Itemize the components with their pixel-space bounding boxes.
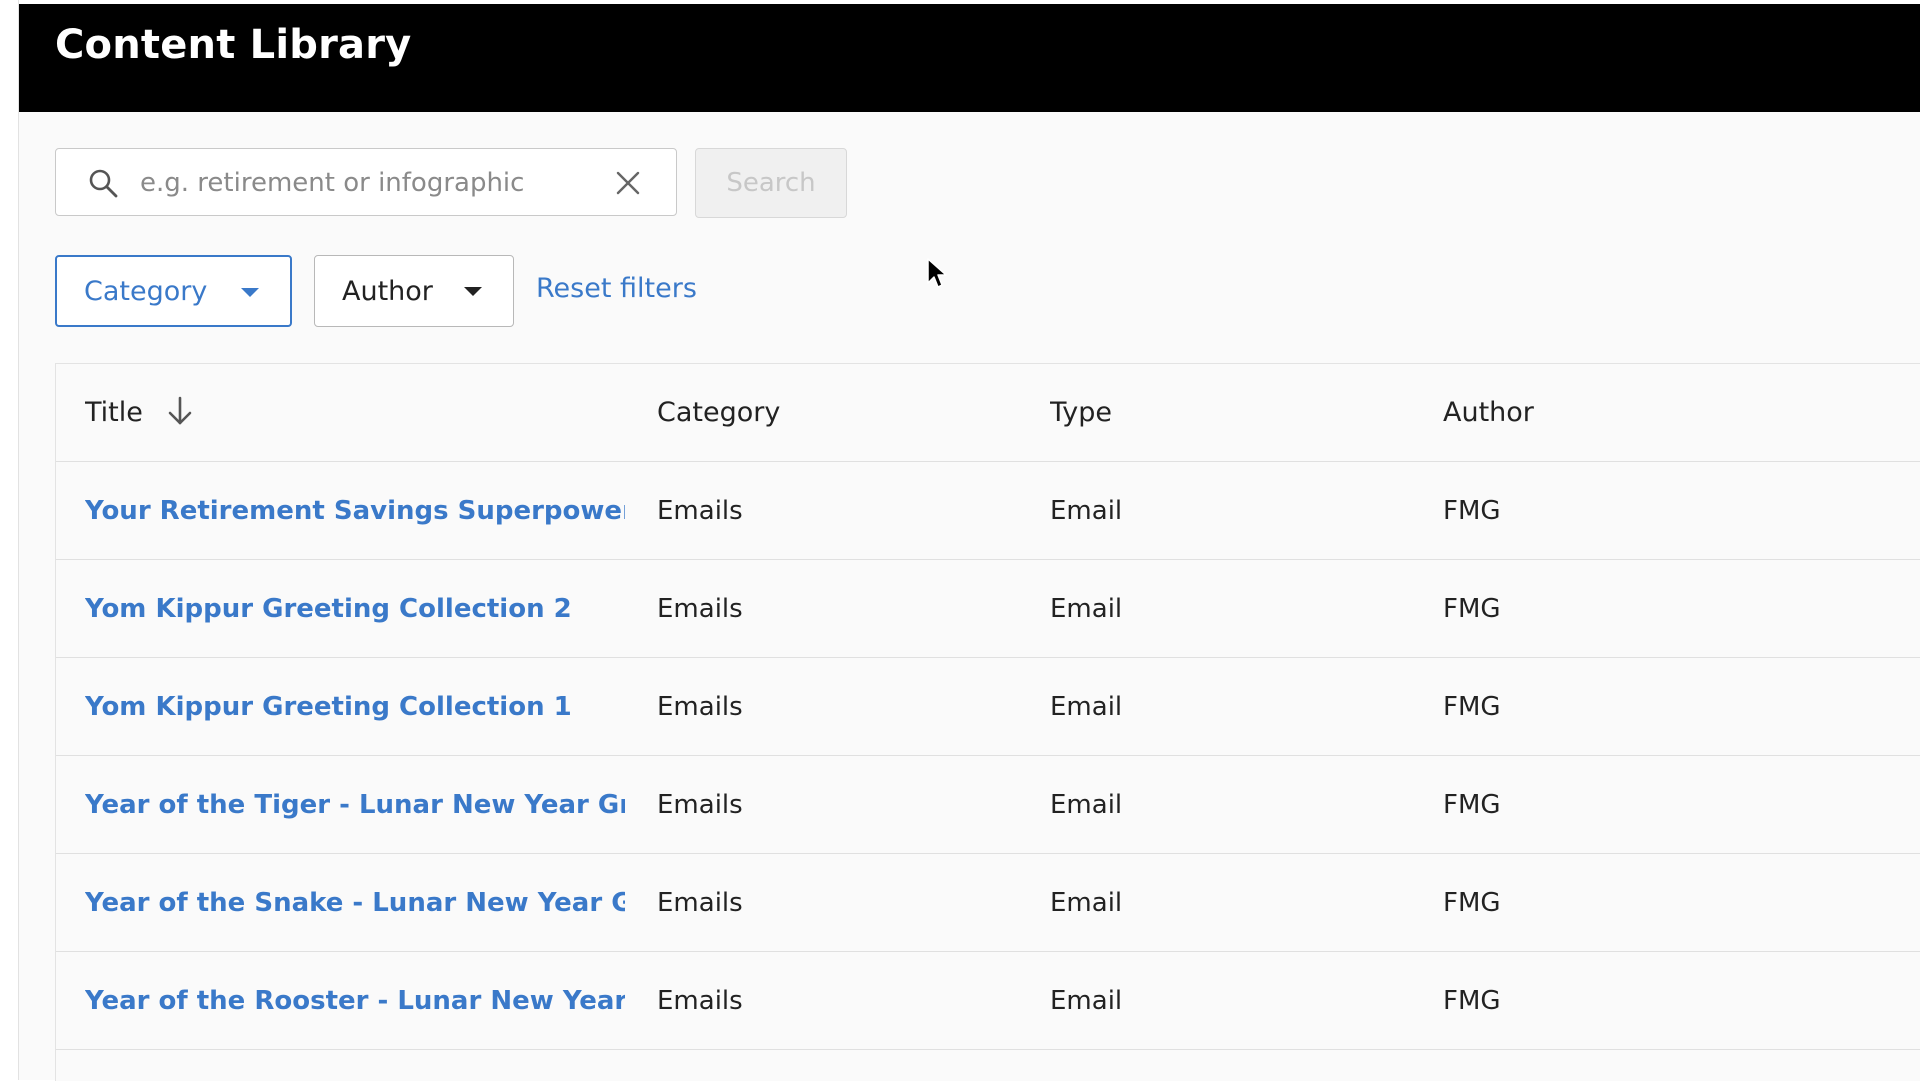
row-type: Email [1050,496,1123,526]
column-header-category[interactable]: Category [657,364,1017,462]
row-author: FMG [1443,986,1501,1016]
column-header-author[interactable]: Author [1443,364,1803,462]
category-filter-dropdown[interactable]: Category [55,255,292,327]
table-header-row: Title Category Type Author [56,364,1920,462]
row-category: Emails [657,594,743,624]
content-table: Title Category Type Author Your Retireme… [55,363,1920,1081]
row-title-link[interactable]: Your Retirement Savings Superpower [85,496,625,526]
table-row: Year of the Rooster - Lunar New Year ...… [56,952,1920,1050]
table-row: Year of the Tiger - Lunar New Year Gre..… [56,756,1920,854]
row-category: Emails [657,790,743,820]
row-category: Emails [657,986,743,1016]
main-content: Search Category Author Reset filters Tit… [19,112,1920,1081]
caret-down-icon [241,288,259,297]
caret-down-icon [464,287,482,296]
table-row: Your Retirement Savings Superpower Email… [56,462,1920,560]
app-window: Content Library Search Category Author R… [0,0,1920,1081]
row-author: FMG [1443,692,1501,722]
row-type: Email [1050,692,1123,722]
row-type: Email [1050,888,1123,918]
table-row: Yom Kippur Greeting Collection 2 Emails … [56,560,1920,658]
table-row: Yom Kippur Greeting Collection 1 Emails … [56,658,1920,756]
row-title-link[interactable]: Yom Kippur Greeting Collection 1 [85,692,572,722]
author-filter-dropdown[interactable]: Author [314,255,514,327]
mouse-pointer-icon [927,258,947,288]
row-author: FMG [1443,790,1501,820]
search-box [55,148,677,216]
row-type: Email [1050,790,1123,820]
page-title: Content Library [55,22,412,68]
row-category: Emails [657,496,743,526]
search-input[interactable] [138,159,582,207]
category-filter-label: Category [84,275,208,307]
reset-filters-link[interactable]: Reset filters [536,273,697,304]
row-author: FMG [1443,594,1501,624]
column-header-type[interactable]: Type [1050,364,1410,462]
row-title-link[interactable]: Year of the Rooster - Lunar New Year ... [85,986,625,1016]
search-icon [89,169,118,198]
header-bar: Content Library [19,4,1920,112]
arrow-down-icon[interactable] [165,395,195,427]
table-row: Year of the Snake - Lunar New Year Gr...… [56,854,1920,952]
search-button[interactable]: Search [695,148,847,218]
author-filter-label: Author [342,275,433,307]
row-category: Emails [657,888,743,918]
row-type: Email [1050,986,1123,1016]
row-title-link[interactable]: Year of the Tiger - Lunar New Year Gre..… [85,790,625,820]
row-author: FMG [1443,888,1501,918]
row-author: FMG [1443,496,1501,526]
column-header-title-label: Title [85,397,143,428]
left-gutter [0,0,19,1080]
column-header-title[interactable]: Title [85,364,625,462]
row-title-link[interactable]: Yom Kippur Greeting Collection 2 [85,594,572,624]
row-title-link[interactable]: Year of the Snake - Lunar New Year Gr... [85,888,625,918]
row-type: Email [1050,594,1123,624]
row-category: Emails [657,692,743,722]
close-icon[interactable] [614,169,642,197]
